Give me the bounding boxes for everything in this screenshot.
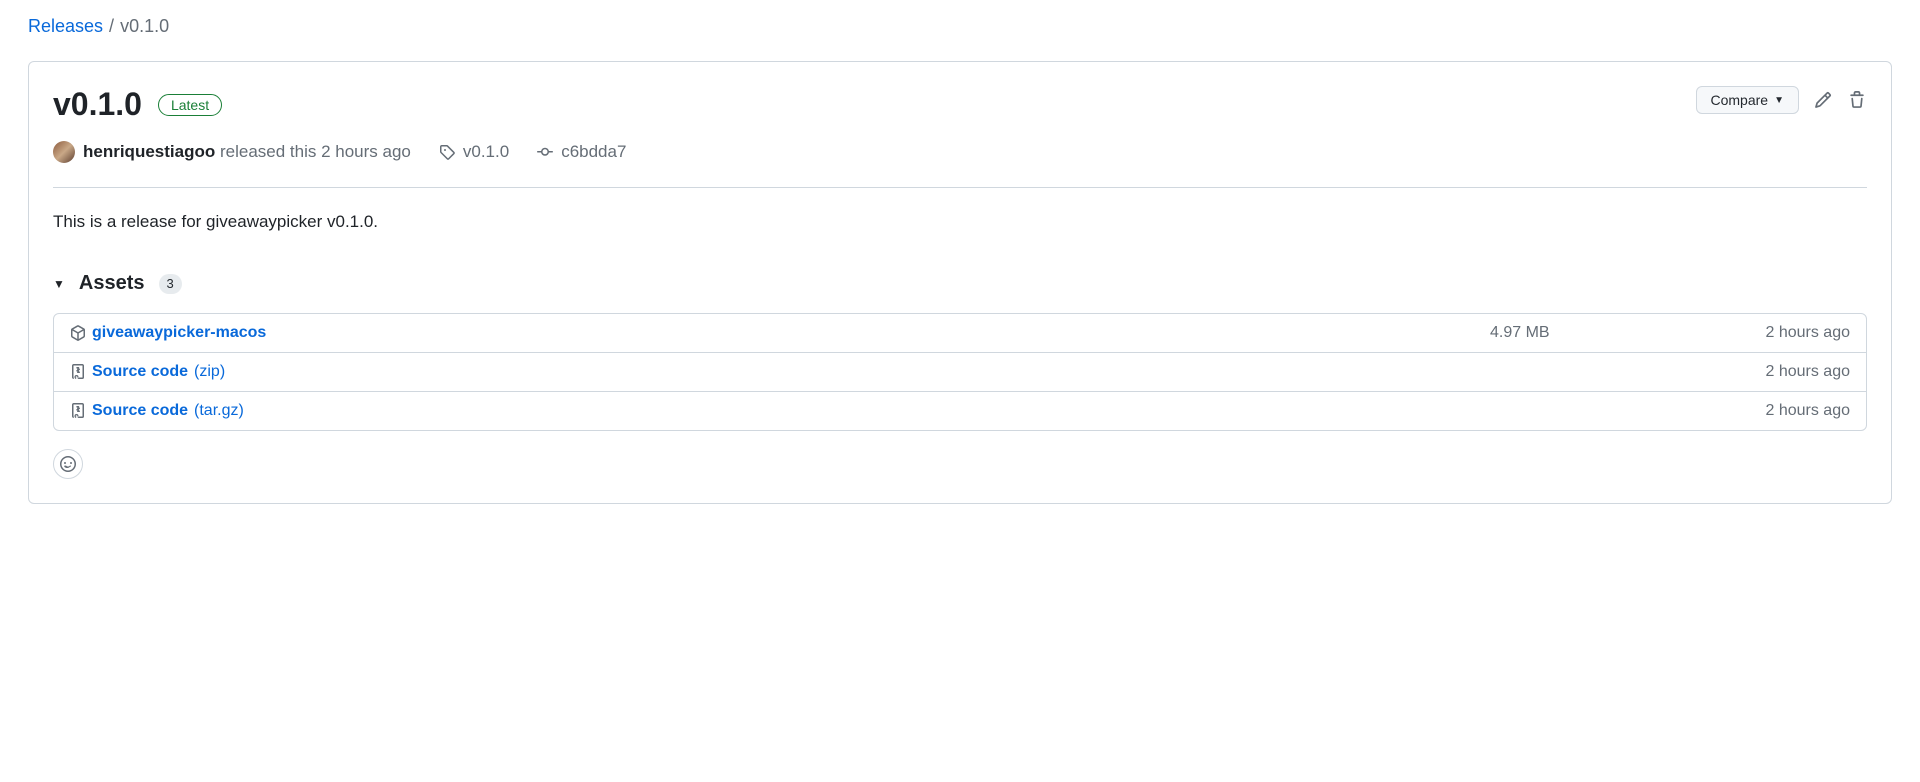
assets-count-badge: 3 [159, 274, 182, 294]
commit-hash: c6bdda7 [561, 142, 626, 162]
asset-row: Source code (zip) 2 hours ago [54, 353, 1866, 392]
asset-format: (tar.gz) [194, 402, 244, 420]
file-zip-icon [70, 403, 86, 419]
assets-list: giveawaypicker-macos 4.97 MB 2 hours ago… [53, 313, 1867, 431]
divider [53, 187, 1867, 188]
release-meta-row: henriquestiagoo released this 2 hours ag… [53, 141, 1867, 163]
avatar[interactable] [53, 141, 75, 163]
latest-badge: Latest [158, 94, 222, 116]
asset-time: 2 hours ago [1690, 402, 1850, 420]
asset-name: giveawaypicker-macos [70, 324, 1490, 342]
breadcrumb: Releases / v0.1.0 [28, 16, 1892, 37]
asset-row: Source code (tar.gz) 2 hours ago [54, 392, 1866, 430]
breadcrumb-current: v0.1.0 [120, 16, 169, 37]
compare-button[interactable]: Compare ▼ [1696, 86, 1800, 114]
assets-heading: Assets [79, 272, 145, 295]
release-title-row: v0.1.0 Latest [53, 86, 222, 123]
release-header: v0.1.0 Latest Compare ▼ [53, 86, 1867, 123]
author-username[interactable]: henriquestiagoo [83, 142, 215, 161]
release-title: v0.1.0 [53, 86, 142, 123]
released-time-text: released this 2 hours ago [220, 142, 411, 161]
edit-button[interactable] [1813, 90, 1833, 110]
smiley-icon [60, 456, 76, 472]
triangle-down-icon: ▼ [53, 277, 65, 291]
breadcrumb-releases-link[interactable]: Releases [28, 16, 103, 37]
asset-name: Source code (tar.gz) [70, 402, 1490, 420]
compare-button-label: Compare [1711, 92, 1769, 108]
tag-icon [439, 144, 455, 160]
commit-icon [537, 144, 553, 160]
release-body: This is a release for giveawaypicker v0.… [53, 212, 1867, 232]
meta-author: henriquestiagoo released this 2 hours ag… [53, 141, 411, 163]
breadcrumb-separator: / [109, 16, 114, 37]
reactions [53, 449, 1867, 479]
trash-icon [1848, 91, 1866, 109]
delete-button[interactable] [1847, 90, 1867, 110]
meta-tag[interactable]: v0.1.0 [439, 142, 509, 162]
package-icon [70, 325, 86, 341]
author-text: henriquestiagoo released this 2 hours ag… [83, 142, 411, 162]
release-container: v0.1.0 Latest Compare ▼ henriquestiagoo … [28, 61, 1892, 504]
asset-row: giveawaypicker-macos 4.97 MB 2 hours ago [54, 314, 1866, 353]
asset-link[interactable]: Source code [92, 363, 188, 381]
asset-link[interactable]: giveawaypicker-macos [92, 324, 266, 342]
add-reaction-button[interactable] [53, 449, 83, 479]
asset-time: 2 hours ago [1690, 324, 1850, 342]
file-zip-icon [70, 364, 86, 380]
assets-toggle[interactable]: ▼ Assets 3 [53, 272, 1867, 295]
meta-commit[interactable]: c6bdda7 [537, 142, 626, 162]
asset-link[interactable]: Source code [92, 402, 188, 420]
caret-down-icon: ▼ [1774, 95, 1784, 106]
asset-format: (zip) [194, 363, 225, 381]
asset-name: Source code (zip) [70, 363, 1490, 381]
asset-size: 4.97 MB [1490, 324, 1690, 342]
tag-name: v0.1.0 [463, 142, 509, 162]
header-actions: Compare ▼ [1696, 86, 1868, 114]
asset-time: 2 hours ago [1690, 363, 1850, 381]
pencil-icon [1814, 91, 1832, 109]
